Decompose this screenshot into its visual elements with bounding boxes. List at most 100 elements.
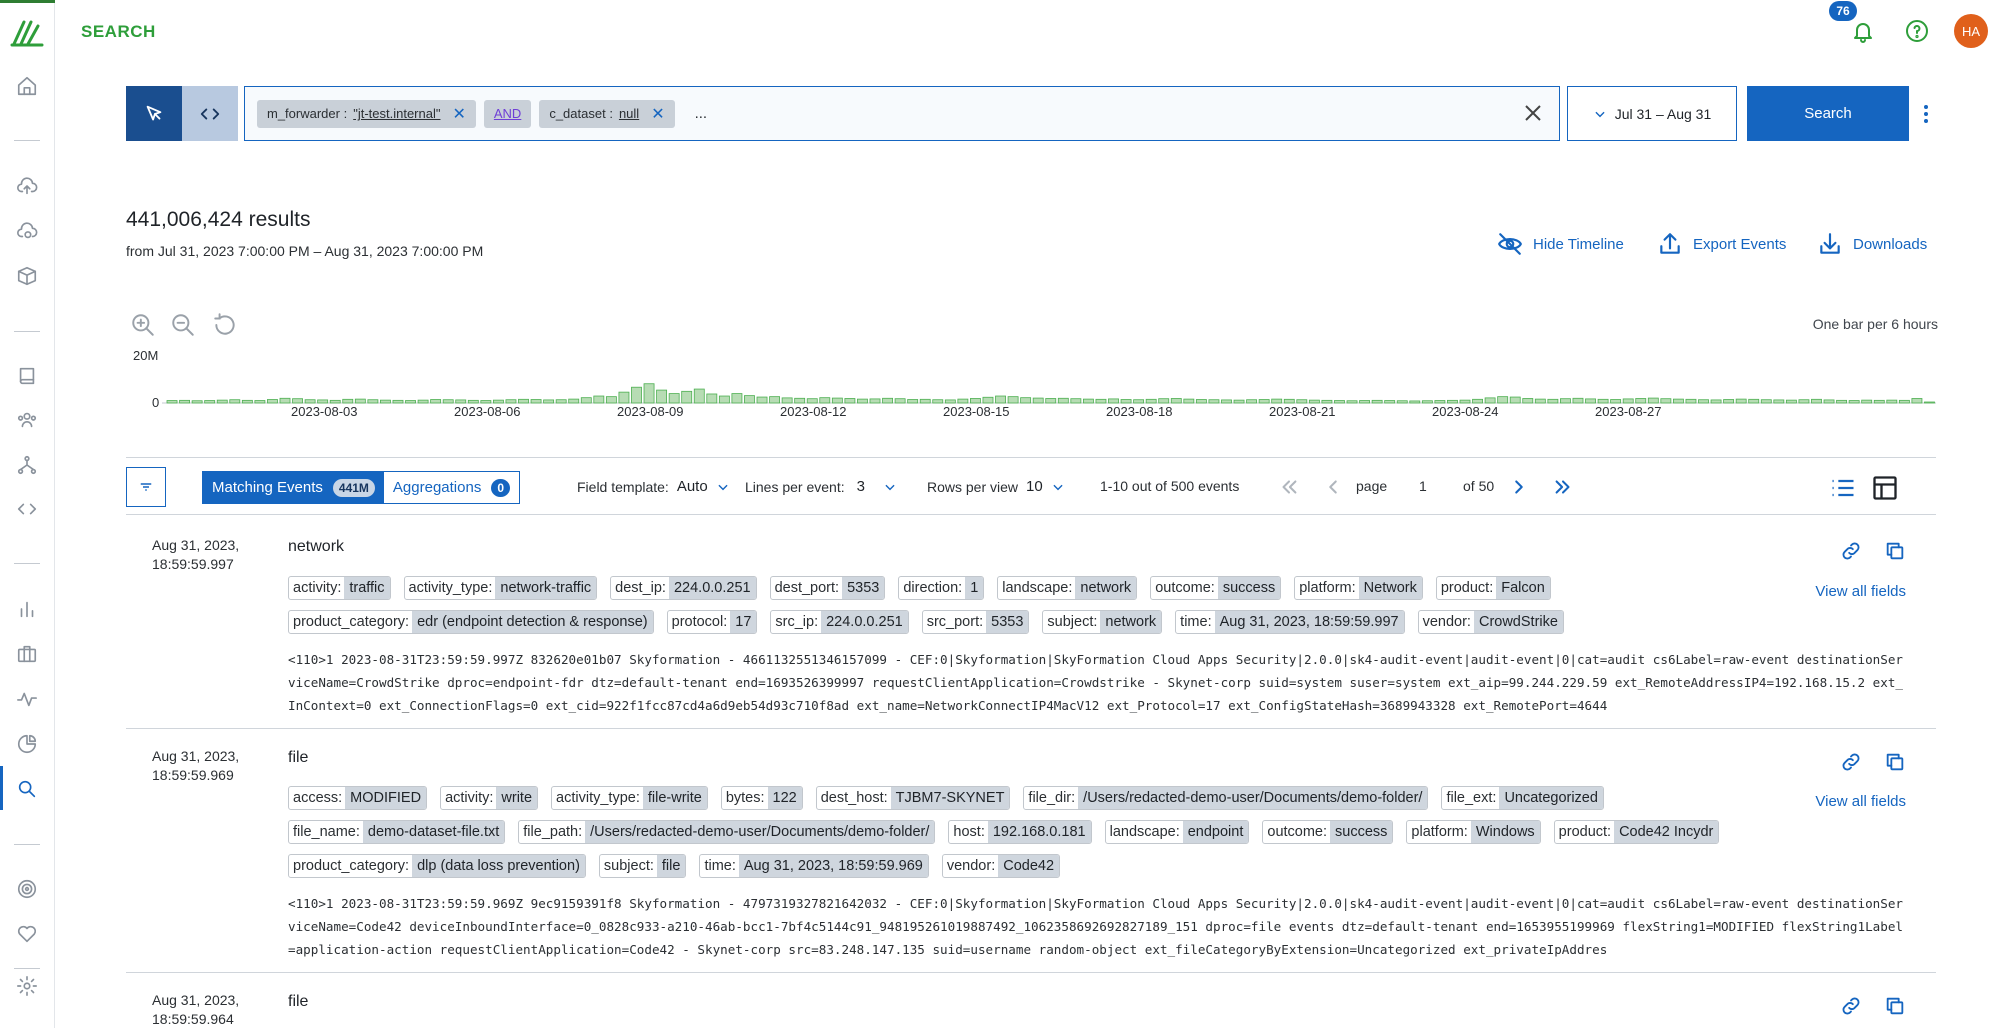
code-icon[interactable] — [12, 494, 42, 524]
timeline-bar[interactable] — [919, 398, 931, 404]
timeline-bar[interactable] — [1434, 400, 1446, 404]
timeline-bar[interactable] — [1685, 398, 1697, 404]
timeline-bar[interactable] — [1610, 399, 1622, 404]
timeline-bar[interactable] — [267, 399, 278, 404]
timeline-bar[interactable] — [944, 399, 956, 404]
timeline-bar[interactable] — [1271, 398, 1283, 404]
timeline-bar[interactable] — [329, 399, 341, 404]
field-chip[interactable]: dest_port: 5353 — [769, 576, 886, 600]
field-chip[interactable]: subject: file — [598, 854, 687, 878]
view-all-fields-link[interactable]: View all fields — [1815, 583, 1906, 600]
brand-logo-icon[interactable] — [8, 12, 48, 52]
timeline-bar[interactable] — [1421, 400, 1433, 404]
cloud-sync-icon[interactable] — [12, 216, 42, 246]
timeline-bar[interactable] — [505, 399, 517, 404]
timeline-bar[interactable] — [1472, 398, 1483, 404]
box-icon[interactable] — [12, 261, 42, 291]
timeline-bar[interactable] — [1133, 399, 1145, 404]
field-chip[interactable]: platform: Windows — [1406, 820, 1541, 844]
timeline-bar[interactable] — [1145, 398, 1157, 404]
timeline-bar[interactable] — [241, 399, 253, 404]
field-chip[interactable]: outcome: success — [1262, 820, 1394, 844]
timeline-bar[interactable] — [467, 399, 479, 404]
field-chip[interactable]: activity: traffic — [288, 576, 391, 600]
lines-per-event-select[interactable]: Lines per event: 3 — [745, 478, 897, 495]
timeline-bar[interactable] — [1384, 400, 1396, 404]
field-chip[interactable]: time: Aug 31, 2023, 18:59:59.997 — [1175, 610, 1405, 634]
search-icon[interactable] — [12, 774, 42, 804]
timeline-bar[interactable] — [806, 398, 818, 404]
tab-matching-events[interactable]: Matching Events 441M — [203, 472, 384, 503]
timeline-bar[interactable] — [1622, 398, 1634, 404]
pie-chart-icon[interactable] — [12, 729, 42, 759]
timeline-bar[interactable] — [1823, 399, 1835, 404]
reset-zoom-icon[interactable] — [212, 312, 238, 338]
people-icon[interactable] — [12, 405, 42, 435]
query-text[interactable]: ... — [695, 105, 708, 122]
gear-icon[interactable] — [12, 971, 42, 1001]
timeline-bar[interactable] — [1371, 399, 1383, 404]
avatar[interactable]: HA — [1954, 14, 1988, 48]
link-icon[interactable] — [1840, 995, 1862, 1017]
fork-icon[interactable] — [12, 450, 42, 480]
timeline-bar[interactable] — [932, 399, 944, 404]
tab-aggregations[interactable]: Aggregations 0 — [383, 472, 520, 503]
timeline-bar[interactable] — [380, 399, 391, 404]
field-chip[interactable]: vendor: Code42 — [941, 854, 1061, 878]
timeline-bar[interactable] — [1057, 397, 1069, 404]
timeline-bar[interactable] — [430, 399, 442, 404]
timeline-bar[interactable] — [794, 397, 806, 404]
timeline-bar[interactable] — [1497, 396, 1509, 404]
zoom-out-icon[interactable] — [170, 312, 196, 338]
timeline-bar[interactable] — [229, 399, 241, 404]
field-chip[interactable]: vendor: CrowdStrike — [1417, 610, 1564, 634]
briefcase-icon[interactable] — [12, 639, 42, 669]
timeline-bar[interactable] — [442, 399, 454, 404]
timeline-bar[interactable] — [731, 393, 743, 404]
timeline-bar[interactable] — [492, 399, 504, 404]
timeline-bar[interactable] — [1635, 398, 1647, 404]
close-icon[interactable]: ✕ — [651, 104, 664, 124]
copy-icon[interactable] — [1884, 751, 1906, 773]
timeline-bar[interactable] — [1911, 398, 1923, 404]
timeline-bar[interactable] — [693, 388, 705, 404]
field-chip[interactable]: direction: 1 — [898, 576, 985, 600]
timeline-bar[interactable] — [1296, 399, 1308, 404]
timeline-bar[interactable] — [568, 398, 580, 404]
timeline-bar[interactable] — [1258, 399, 1270, 404]
timeline-bar[interactable] — [1785, 399, 1797, 404]
timeline-bar[interactable] — [1409, 400, 1421, 404]
timeline-bar[interactable] — [706, 393, 718, 404]
help-icon[interactable] — [1902, 16, 1932, 46]
timeline-bar[interactable] — [354, 398, 366, 404]
timeline-bar[interactable] — [605, 396, 617, 404]
timeline-bar[interactable] — [593, 395, 605, 404]
rows-per-view-select[interactable]: Rows per view 10 — [927, 478, 1065, 495]
export-events-button[interactable]: Export Events — [1657, 230, 1786, 258]
timeline-bar[interactable] — [756, 396, 768, 404]
link-icon[interactable] — [1840, 751, 1862, 773]
timeline-bar[interactable] — [254, 400, 266, 404]
timeline-bar[interactable] — [1045, 398, 1057, 404]
next-page-icon[interactable] — [1508, 476, 1530, 498]
timeline-bar[interactable] — [304, 399, 316, 404]
timeline-bar[interactable] — [279, 397, 291, 404]
field-chip[interactable]: product: Falcon — [1435, 576, 1551, 600]
timeline-bar[interactable] — [1158, 398, 1170, 404]
timeline-bar[interactable] — [530, 399, 542, 404]
search-button[interactable]: Search — [1747, 86, 1909, 141]
timeline-bar[interactable] — [317, 399, 329, 404]
close-icon[interactable]: ✕ — [452, 104, 465, 124]
field-chip[interactable]: src_ip: 224.0.0.251 — [770, 610, 909, 634]
query-chip[interactable]: m_forwarder : "jt-test.internal" ✕ — [257, 99, 476, 128]
timeline-bar[interactable] — [392, 399, 404, 404]
field-template-select[interactable]: Field template: Auto — [577, 478, 730, 495]
field-chip[interactable]: src_port: 5353 — [921, 610, 1030, 634]
view-all-fields-link[interactable]: View all fields — [1815, 793, 1906, 810]
timeline-bar[interactable] — [882, 397, 893, 404]
field-chip[interactable]: landscape: network — [997, 576, 1138, 600]
timeline-bar[interactable] — [957, 398, 969, 404]
operator-chip[interactable]: AND — [483, 99, 532, 128]
timeline-bar[interactable] — [1308, 399, 1320, 404]
timeline-bar[interactable] — [668, 393, 680, 404]
